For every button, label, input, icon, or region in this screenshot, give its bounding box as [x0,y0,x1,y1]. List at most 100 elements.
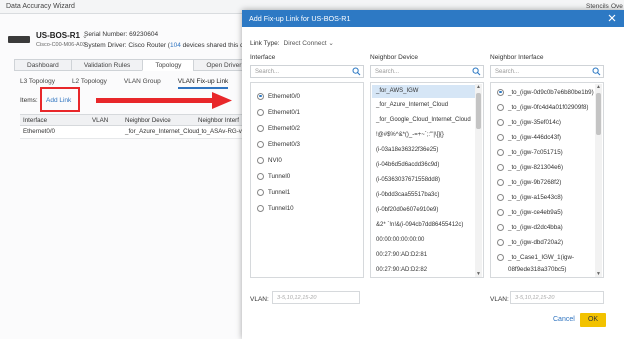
col-vlan[interactable]: VLAN [92,117,108,124]
interface-option[interactable]: Tunnel0 [257,171,290,181]
search-icon[interactable] [352,67,361,78]
scroll-down-icon[interactable]: ▼ [595,271,602,277]
radio-icon[interactable] [257,172,264,180]
neighbor-interface-option[interactable]: _to_(igw-ce4eb9a5) [497,207,563,217]
neighbor-device-option[interactable]: 00:00:00:00:00:00 [372,234,476,247]
interface-option[interactable]: Tunnel10 [257,203,294,213]
neighbor-interface-option[interactable]: _to_(igw-dbd720a2) [497,237,563,247]
neighbor-interface-option-label: _to_(igw-d2dc4bba) [508,223,563,231]
neighbor-device-option[interactable]: (i-03a18e36322f36e25) [372,144,476,157]
radio-icon[interactable] [497,148,504,156]
radio-selected-icon[interactable] [497,88,504,96]
cancel-button[interactable]: Cancel [553,316,575,323]
neighbor-device-scrollbar[interactable]: ▲ ▼ [475,84,482,277]
neighbor-device-option[interactable]: _for_Azure_Internet_Cloud [372,99,476,112]
neighbor-interface-option-label: _to_Case1_IGW_1(igw- [508,253,575,261]
neighbor-interface-scrollbar[interactable]: ▲ ▼ [595,84,602,277]
tab-vlan-fixup-link[interactable]: VLAN Fix-up Link [177,78,229,89]
search-icon[interactable] [472,67,481,78]
radio-icon[interactable] [497,163,504,171]
interface-option-label: Tunnel10 [268,204,294,212]
col-neighbor-interface[interactable]: Neighbor Interf [198,117,239,124]
scroll-thumb[interactable] [596,93,601,135]
table-row[interactable]: Ethernet0/0 _for_Azure_Internet_Cloud _t… [20,126,250,139]
tab-topology[interactable]: Topology [142,59,195,71]
neighbor-device-option[interactable]: 00:27:90:AD:D2:81 [372,249,476,262]
radio-selected-icon[interactable] [257,92,264,100]
ok-button[interactable]: OK [580,313,606,327]
radio-icon[interactable] [497,208,504,216]
neighbor-interface-option[interactable]: _to_(igw-446dc43f) [497,132,561,142]
interface-list: Ethernet0/0 Ethernet0/1 Ethernet0/2 Ethe… [250,82,364,278]
neighbor-interface-option[interactable]: _to_Case1_IGW_1(igw- [497,252,574,262]
radio-icon[interactable] [497,253,504,261]
red-arrow-icon [96,92,232,109]
radio-icon[interactable] [257,108,264,116]
scroll-thumb[interactable] [476,93,481,129]
neighbor-interface-option[interactable]: _to_(igw-821304e6) [497,162,563,172]
radio-icon[interactable] [497,193,504,201]
radio-icon[interactable] [497,103,504,111]
interface-option[interactable]: Tunnel1 [257,187,290,197]
col-interface[interactable]: Interface [23,117,47,124]
radio-icon[interactable] [257,124,264,132]
link-type-select[interactable]: Direct Connect ⌄ [284,40,334,47]
radio-icon[interactable] [257,140,264,148]
interface-option[interactable]: Ethernet0/3 [257,139,300,149]
search-icon[interactable] [592,67,601,78]
neighbor-interface-option[interactable]: _to_(igw-7c051715) [497,147,563,157]
radio-icon[interactable] [257,204,264,212]
neighbor-interface-option-label: _to_(igw-9b7268f2) [508,178,562,186]
neighbor-device-option[interactable]: _for_Google_Cloud_Internet_Cloud [372,114,476,127]
neighbor-interface-option-label: _to_(igw-dbd720a2) [508,238,564,246]
neighbor-device-search-input[interactable]: Search... [370,65,484,78]
neighbor-device-option[interactable]: (i-04b6d5d6acdd36c9d) [372,159,476,172]
scroll-down-icon[interactable]: ▼ [475,271,482,277]
scroll-up-icon[interactable]: ▲ [595,84,602,91]
neighbor-interface-option[interactable]: _to_(igw-9b7268f2) [497,177,561,187]
neighbor-device-option[interactable]: 00:27:90:AD:D2:82 [372,264,476,277]
interface-vlan-input[interactable]: 3-5,10,12,15-20 [272,291,360,304]
neighbor-vlan-input[interactable]: 3-5,10,12,15-20 [510,291,604,304]
neighbor-interface-search-input[interactable]: Search... [490,65,604,78]
radio-icon[interactable] [497,118,504,126]
stencils-menu[interactable]: Stencils [586,3,609,10]
neighbor-device-option[interactable]: (i-05363037671558dd8) [372,174,476,187]
device-name[interactable]: US-BOS-R1 ⌄ [36,31,88,40]
neighbor-interface-option[interactable]: _to_(igw-35ef014c) [497,117,561,127]
tab-dashboard[interactable]: Dashboard [14,59,72,71]
interface-option[interactable]: Ethernet0/2 [257,123,300,133]
neighbor-interface-option[interactable]: _to_(igw-d2dc4bba) [497,222,563,232]
neighbor-device-option[interactable]: (i-0bf20d0e607e910e9) [372,204,476,217]
interface-search-input[interactable]: Search... [250,65,364,78]
neighbor-interface-option-label: _to_(igw-0fc4d4a01f02909f8) [508,103,589,111]
radio-icon[interactable] [497,178,504,186]
driver-count-link[interactable]: 104 [170,42,181,49]
radio-icon[interactable] [497,223,504,231]
neighbor-interface-option[interactable]: _to_(igw-a15e43c8) [497,192,563,202]
close-icon[interactable] [606,11,618,25]
overview-menu[interactable]: Ove [611,3,623,10]
interface-option[interactable]: Ethernet0/0 [257,91,300,101]
radio-icon[interactable] [257,188,264,196]
items-label: Items: [20,97,38,104]
tab-vlan-group[interactable]: VLAN Group [124,78,161,89]
add-fixup-link-dialog: Add Fix-up Link for US-BOS-R1 Link Type:… [242,10,624,339]
neighbor-device-option[interactable]: (i-0bdd3caa55517ba3c) [372,189,476,202]
neighbor-interface-option[interactable]: _to_(igw-0d9c0b7e6b80be1b9) [497,87,594,97]
radio-icon[interactable] [257,156,264,164]
neighbor-interface-option-label: _to_(igw-7c051715) [508,148,563,156]
radio-icon[interactable] [497,133,504,141]
neighbor-device-option[interactable]: !@#$%^&*()_-=+~`;:'"|\[]{} [372,129,476,142]
col-neighbor-device[interactable]: Neighbor Device [125,117,171,124]
interface-column-title: Interface [250,54,276,61]
neighbor-interface-option[interactable]: _to_(igw-0fc4d4a01f02909f8) [497,102,589,112]
interface-option-label: Ethernet0/1 [268,108,300,116]
neighbor-device-option[interactable]: _for_AWS_IGW [372,85,476,98]
interface-option[interactable]: Ethernet0/1 [257,107,300,117]
tab-validation-rules[interactable]: Validation Rules [70,59,144,71]
interface-option[interactable]: NVI0 [257,155,282,165]
neighbor-device-option[interactable]: &2* `!n!&(i-094cb7dd86455412c) [372,219,476,232]
scroll-up-icon[interactable]: ▲ [475,84,482,91]
radio-icon[interactable] [497,238,504,246]
